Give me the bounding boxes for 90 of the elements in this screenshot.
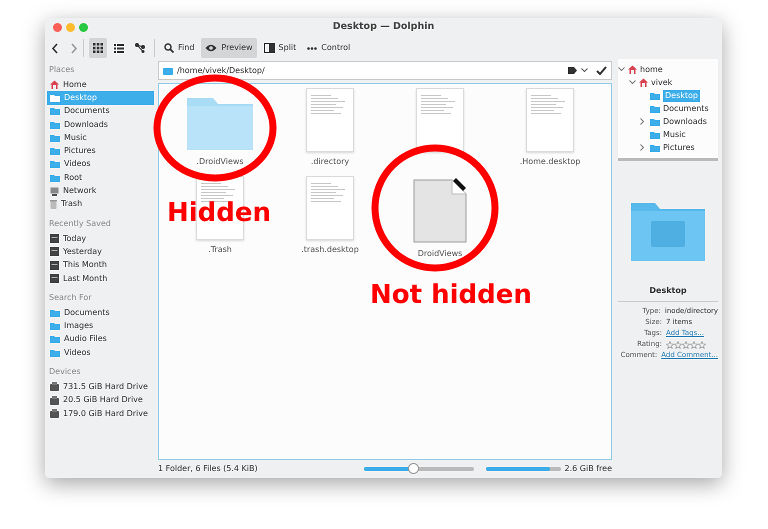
free-space-text: 2.6 GiB free xyxy=(564,463,612,475)
sidebar-item[interactable]: Images xyxy=(47,319,154,333)
hard-drive-icon xyxy=(50,382,59,392)
chevron-down-icon[interactable] xyxy=(618,66,625,72)
star-icon[interactable] xyxy=(666,340,674,348)
folder-icon xyxy=(631,201,705,261)
search-icon xyxy=(164,43,174,53)
file-name[interactable]: .DroidViews xyxy=(196,156,244,168)
toolbar-button[interactable]: Find xyxy=(160,38,198,58)
file-name[interactable]: .Trash xyxy=(208,244,232,256)
tree-item[interactable]: Downloads xyxy=(618,115,718,128)
chevron-down-icon[interactable] xyxy=(629,80,636,85)
sidebar-item[interactable]: Videos xyxy=(47,158,154,172)
sidebar-item[interactable]: Home xyxy=(47,78,154,92)
toolbar-button[interactable]: Split xyxy=(260,38,300,58)
house-icon xyxy=(628,65,637,74)
calendar-icon xyxy=(50,274,59,283)
tree-item[interactable]: Pictures xyxy=(618,141,718,154)
checkmark-icon[interactable] xyxy=(596,66,607,75)
toolbar-button[interactable]: Preview xyxy=(201,38,257,58)
house-icon xyxy=(639,78,648,87)
annotation-text: Hidden xyxy=(167,200,272,226)
hard-drive-icon xyxy=(50,409,59,418)
list-icon xyxy=(114,44,124,52)
sidebar-heading: Recently Saved xyxy=(48,218,112,230)
text-file-icon xyxy=(306,88,354,152)
star-icon[interactable] xyxy=(674,340,682,348)
sidebar-item[interactable]: Documents xyxy=(47,104,154,118)
sidebar-item[interactable]: Yesterday xyxy=(47,245,154,259)
chevron-right-icon[interactable] xyxy=(640,144,645,151)
star-icon[interactable] xyxy=(698,340,706,348)
location-path: /home/vivek/Desktop/ xyxy=(177,64,266,76)
annotation-text: Not hidden xyxy=(370,282,532,308)
sidebar-item[interactable]: Downloads xyxy=(47,118,154,132)
tree-item[interactable]: vivek xyxy=(618,76,718,89)
file-name[interactable]: .directory xyxy=(310,156,350,168)
status-text: 1 Folder, 6 Files (5.4 KiB) xyxy=(158,463,259,475)
info-title: Desktop xyxy=(618,285,718,302)
trash-icon xyxy=(50,200,57,209)
close-icon[interactable] xyxy=(53,23,62,32)
calendar-icon xyxy=(50,260,59,270)
star-icon[interactable] xyxy=(682,340,690,348)
sidebar-item[interactable]: 179.0 GiB Hard Drive xyxy=(47,406,154,420)
sidebar-item[interactable]: Videos xyxy=(47,346,154,360)
back-icon[interactable] xyxy=(51,42,59,54)
sidebar-item[interactable]: Last Month xyxy=(47,272,154,286)
more-icon xyxy=(307,46,318,50)
eye-icon xyxy=(205,44,218,52)
location-bar[interactable]: /home/vivek/Desktop/ xyxy=(158,61,612,80)
file-name[interactable]: DroidViews xyxy=(418,248,462,260)
sidebar-heading: Search For xyxy=(48,292,93,304)
sidebar-heading: Places xyxy=(48,64,76,76)
file-name[interactable]: .Home.desktop xyxy=(520,156,580,168)
sidebar-item[interactable]: Network xyxy=(47,184,154,198)
chevron-right-icon[interactable] xyxy=(640,118,645,125)
forward-icon[interactable] xyxy=(70,42,78,54)
house-icon xyxy=(50,80,59,90)
chevron-down-icon[interactable] xyxy=(581,68,588,73)
sidebar-item[interactable]: 20.5 GiB Hard Drive xyxy=(47,394,154,407)
sidebar-item[interactable]: Documents xyxy=(47,306,154,320)
sidebar-item[interactable]: This Month xyxy=(47,258,154,272)
folder-icon xyxy=(163,66,173,74)
tree-item[interactable]: home xyxy=(618,63,718,76)
text-file-icon xyxy=(416,88,464,152)
sidebar-item[interactable]: Today xyxy=(47,232,154,246)
calendar-icon xyxy=(50,234,59,244)
slider-handle[interactable] xyxy=(408,463,419,474)
hard-drive-icon xyxy=(50,396,59,405)
sidebar-item[interactable]: Music xyxy=(47,131,154,144)
sidebar-item[interactable]: Audio Files xyxy=(47,332,154,346)
toolbar-button[interactable]: Control xyxy=(303,38,354,58)
tree-item[interactable]: Music xyxy=(618,128,718,141)
file-name[interactable]: .trash.desktop xyxy=(301,244,359,256)
window-title: Desktop — Dolphin xyxy=(332,20,434,34)
sidebar-item[interactable]: Root xyxy=(47,171,154,184)
text-file-icon xyxy=(306,176,354,240)
view-mode-button[interactable] xyxy=(89,38,107,58)
tree-icon xyxy=(135,43,145,53)
network-icon xyxy=(50,186,59,196)
text-file-icon xyxy=(526,88,574,152)
sidebar-item[interactable]: Trash xyxy=(47,198,154,211)
grid-icon xyxy=(93,43,103,53)
tree-item[interactable]: Documents xyxy=(618,102,718,115)
sidebar-item[interactable]: Pictures xyxy=(47,144,154,158)
split-view-icon xyxy=(264,43,275,53)
star-icon[interactable] xyxy=(690,340,698,348)
tag-icon[interactable] xyxy=(568,67,577,74)
sidebar-heading: Devices xyxy=(48,366,82,378)
calendar-icon xyxy=(50,247,59,256)
sidebar-item[interactable]: 731.5 GiB Hard Drive xyxy=(47,380,154,394)
